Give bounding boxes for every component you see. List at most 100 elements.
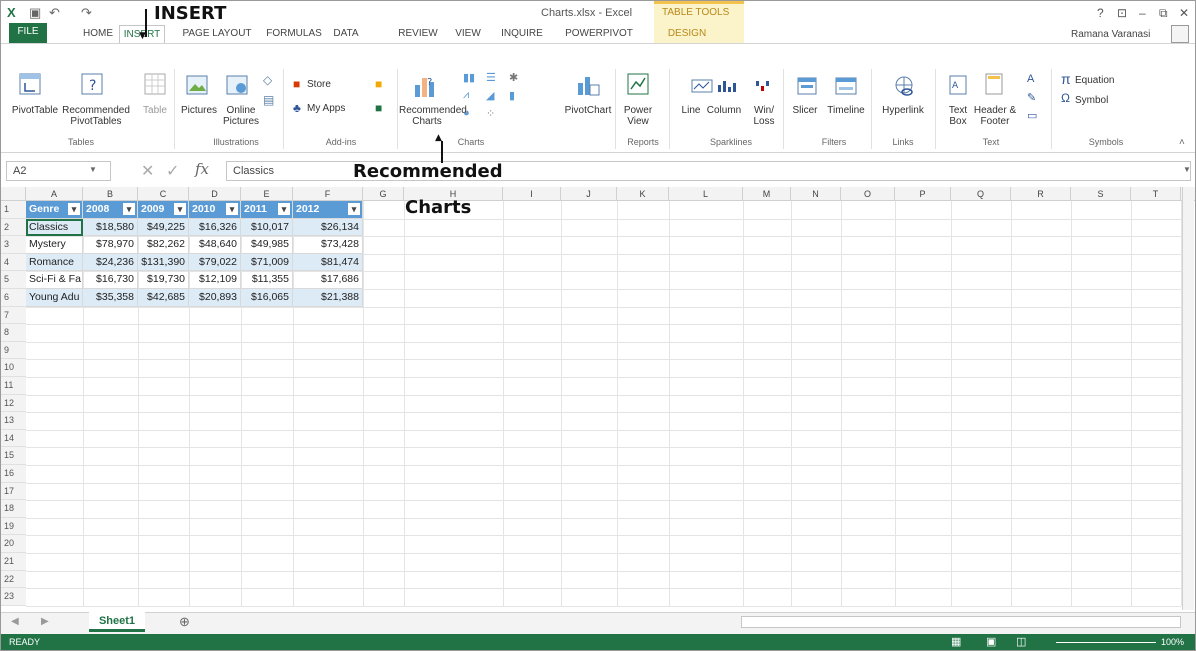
table-cell[interactable]: $26,134 — [293, 218, 363, 237]
row-header[interactable]: 22 — [1, 570, 26, 589]
table-cell[interactable]: Sci-Fi & Fa — [26, 271, 83, 289]
table-cell[interactable]: $19,730 — [138, 271, 189, 289]
table-cell[interactable]: $11,355 — [241, 271, 293, 289]
online-pictures-button[interactable]: Online Pictures — [219, 105, 263, 127]
row-header[interactable]: 7 — [1, 306, 26, 325]
column-header[interactable]: L — [669, 187, 743, 201]
row-header[interactable]: 11 — [1, 377, 26, 395]
column-header[interactable]: J — [561, 187, 617, 201]
column-header[interactable]: R — [1011, 187, 1071, 201]
table-cell[interactable]: $16,326 — [189, 218, 241, 237]
column-header[interactable]: B — [83, 187, 138, 201]
table-header-cell[interactable]: 2009 ▾ — [138, 201, 189, 219]
table-cell[interactable]: $35,358 — [83, 289, 138, 307]
table-cell[interactable]: $73,428 — [293, 236, 363, 254]
table-header-cell[interactable]: Genre ▾ — [26, 201, 83, 219]
signature-line-icon[interactable]: ✎ — [1027, 91, 1036, 104]
table-header-cell[interactable]: 2011 ▾ — [241, 201, 293, 219]
recommended-charts-button[interactable]: Recommended Charts — [399, 105, 467, 127]
select-all-corner[interactable] — [1, 187, 26, 201]
restore-icon[interactable]: ⧉ — [1159, 6, 1168, 21]
redo-icon[interactable]: ↷ — [81, 5, 92, 21]
table-button[interactable]: Table — [138, 105, 172, 116]
slicer-button[interactable]: Slicer — [789, 105, 821, 116]
column-header[interactable]: A — [26, 187, 83, 201]
table-cell[interactable]: $18,580 — [83, 218, 138, 237]
row-header[interactable]: 9 — [1, 341, 26, 360]
row-header[interactable]: 6 — [1, 289, 26, 307]
insert-function-icon[interactable]: fx — [195, 160, 209, 178]
row-header[interactable]: 15 — [1, 447, 26, 465]
tab-formulas[interactable]: FORMULAS — [263, 25, 325, 43]
shapes-icon[interactable]: ◇ — [263, 73, 272, 87]
active-cell[interactable]: Classics — [26, 218, 83, 237]
tab-home[interactable]: HOME — [79, 25, 117, 43]
sparkline-winloss-button[interactable]: Win/ Loss — [749, 105, 779, 127]
table-cell[interactable]: $71,009 — [241, 253, 293, 272]
area-chart-icon[interactable]: ◢ — [486, 89, 494, 102]
table-cell[interactable]: $17,686 — [293, 271, 363, 289]
table-cell[interactable]: $24,236 — [83, 253, 138, 272]
row-header[interactable]: 3 — [1, 236, 26, 254]
table-header-cell[interactable]: 2012 ▾ — [293, 201, 363, 219]
enter-icon[interactable]: ✓ — [166, 161, 179, 181]
column-header[interactable]: D — [189, 187, 241, 201]
tab-view[interactable]: VIEW — [451, 25, 485, 43]
table-cell[interactable]: $79,022 — [189, 253, 241, 272]
tab-data[interactable]: DATA — [329, 25, 363, 43]
table-cell[interactable]: $16,730 — [83, 271, 138, 289]
line-chart-icon[interactable]: ⩘ — [463, 89, 469, 102]
filter-dropdown-icon[interactable]: ▾ — [174, 203, 186, 215]
help-icon[interactable]: ? — [1097, 6, 1104, 20]
column-header[interactable]: C — [138, 187, 189, 201]
row-header[interactable]: 21 — [1, 553, 26, 571]
combo-chart-icon[interactable]: ▮ — [509, 89, 515, 102]
column-header[interactable]: M — [743, 187, 791, 201]
bar-chart-icon[interactable]: ☰ — [486, 71, 496, 84]
prev-sheet-icon[interactable]: ◀ — [11, 616, 19, 627]
page-layout-view-icon[interactable]: ▣ — [986, 635, 996, 648]
hyperlink-button[interactable]: Hyperlink — [877, 105, 929, 116]
row-header[interactable]: 17 — [1, 482, 26, 501]
table-cell[interactable]: $10,017 — [241, 218, 293, 237]
row-header[interactable]: 14 — [1, 429, 26, 448]
column-header[interactable]: F — [293, 187, 363, 201]
store-button[interactable]: Store — [307, 79, 331, 90]
table-cell[interactable]: Romance — [26, 253, 83, 272]
row-header[interactable]: 16 — [1, 465, 26, 483]
table-cell[interactable]: $42,685 — [138, 289, 189, 307]
timeline-button[interactable]: Timeline — [823, 105, 869, 116]
row-header[interactable]: 1 — [1, 201, 26, 219]
pivottable-button[interactable]: PivotTable — [5, 105, 65, 116]
column-header[interactable]: G — [363, 187, 404, 201]
my-apps-button[interactable]: My Apps — [307, 103, 345, 114]
table-cell[interactable]: $16,065 — [241, 289, 293, 307]
row-header[interactable]: 20 — [1, 535, 26, 553]
minimize-icon[interactable]: – — [1139, 6, 1146, 20]
table-cell[interactable]: $21,388 — [293, 289, 363, 307]
tab-powerpivot[interactable]: POWERPIVOT — [563, 25, 635, 43]
table-cell[interactable]: Young Adu — [26, 289, 83, 307]
filter-dropdown-icon[interactable]: ▾ — [226, 203, 238, 215]
text-box-button[interactable]: Text Box — [943, 105, 973, 127]
horizontal-scrollbar[interactable] — [741, 616, 1181, 628]
column-header[interactable]: I — [503, 187, 561, 201]
table-cell[interactable]: $49,225 — [138, 218, 189, 237]
table-cell[interactable]: $82,262 — [138, 236, 189, 254]
table-cell[interactable]: $20,893 — [189, 289, 241, 307]
collapse-ribbon-icon[interactable]: ˄ — [1179, 137, 1185, 148]
table-cell[interactable]: $12,109 — [189, 271, 241, 289]
column-header[interactable]: K — [617, 187, 669, 201]
pictures-button[interactable]: Pictures — [179, 105, 219, 116]
table-header-cell[interactable]: 2008 ▾ — [83, 201, 138, 219]
row-header[interactable]: 23 — [1, 588, 26, 606]
table-cell[interactable]: $49,985 — [241, 236, 293, 254]
scatter-chart-icon[interactable]: ⁘ — [486, 107, 495, 120]
people-graph-icon[interactable]: ■ — [375, 101, 382, 115]
tab-review[interactable]: REVIEW — [396, 25, 440, 43]
column-header[interactable]: S — [1071, 187, 1131, 201]
sparkline-line-button[interactable]: Line — [679, 105, 703, 116]
column-header[interactable]: Q — [951, 187, 1011, 201]
tab-design[interactable]: DESIGN — [661, 25, 713, 43]
column-header[interactable]: E — [241, 187, 293, 201]
